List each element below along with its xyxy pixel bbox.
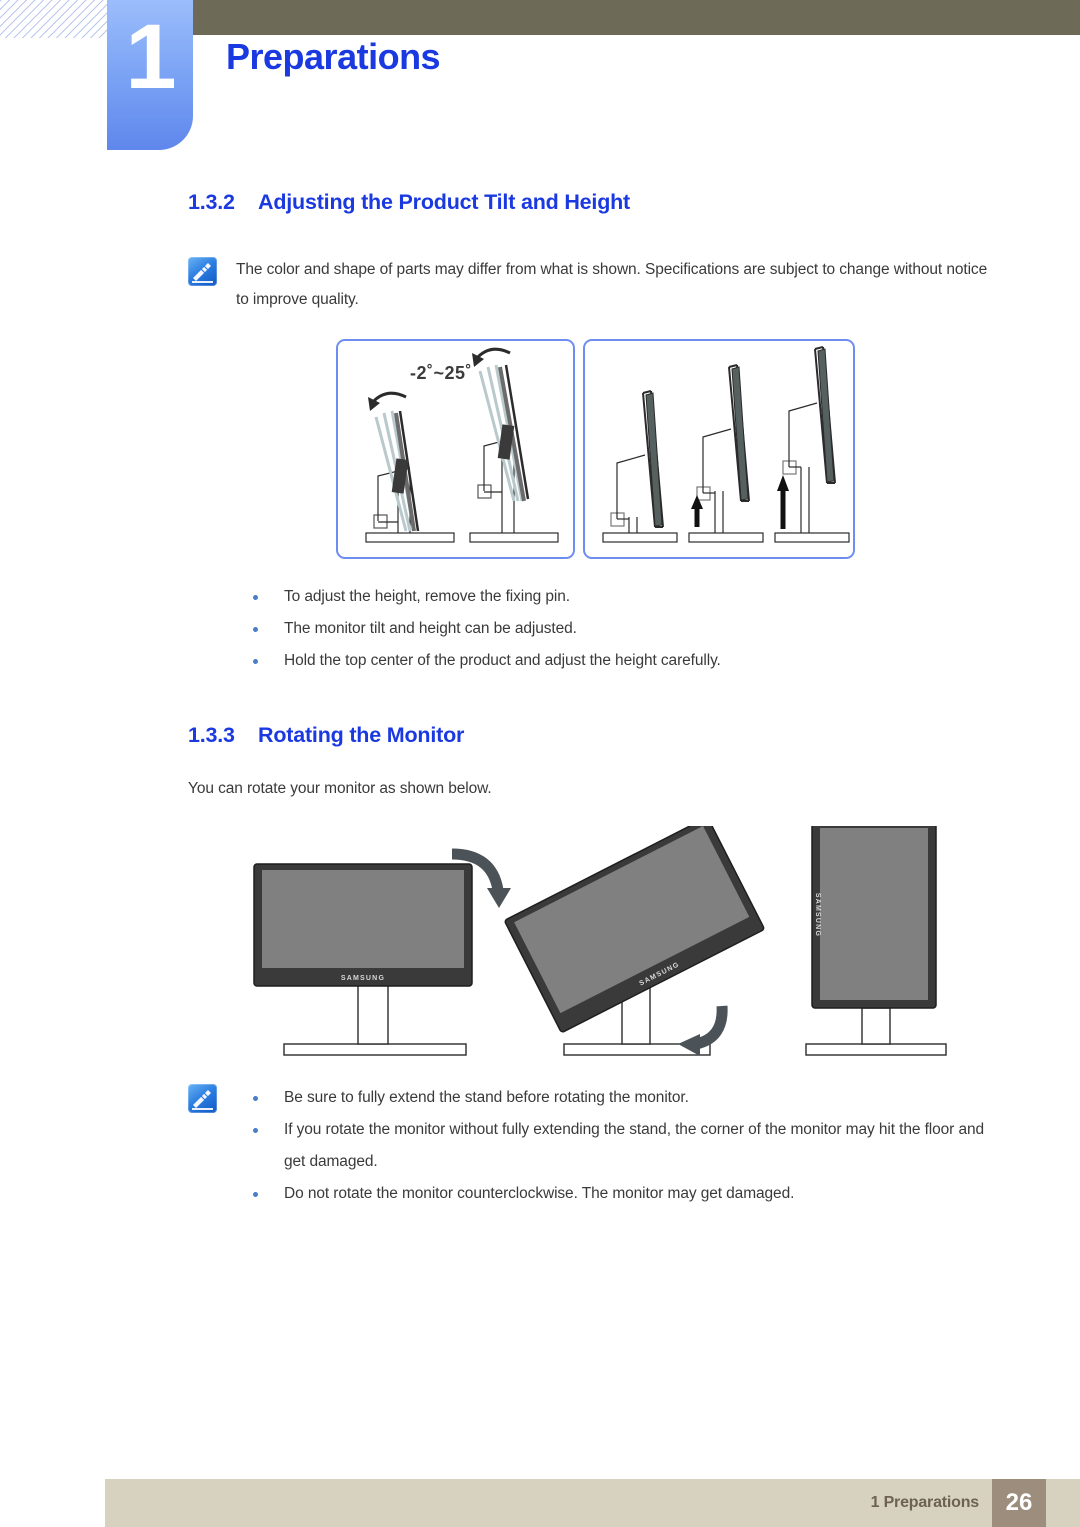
monitor-rotation-figure: SAMSUNG SAMSUNG SAMSUNG	[0, 826, 1080, 1076]
monitor-portrait: SAMSUNG	[805, 826, 947, 1056]
header-olive-bar	[192, 0, 1080, 35]
note-block-133: Be sure to fully extend the stand before…	[188, 1082, 995, 1210]
tilt-range-diagram: -2˚~25˚	[336, 339, 575, 559]
rotation-diagram-svg: SAMSUNG SAMSUNG SAMSUNG	[253, 826, 947, 1056]
note-block-132: The color and shape of parts may differ …	[188, 255, 995, 315]
section-number-133: 1.3.3	[188, 723, 235, 747]
height-range-diagram	[583, 339, 855, 559]
page-content: 1.3.2 Adjusting the Product Tilt and Hei…	[0, 190, 1080, 1210]
section-title-132: Adjusting the Product Tilt and Height	[258, 190, 631, 214]
chapter-number-tab: 1	[107, 0, 193, 150]
svg-text:SAMSUNG: SAMSUNG	[814, 893, 821, 937]
footer-chapter-label: 1 Preparations	[870, 1494, 980, 1511]
note-text-132: The color and shape of parts may differ …	[236, 261, 988, 308]
section-heading-132: 1.3.2 Adjusting the Product Tilt and Hei…	[188, 190, 1080, 215]
list-item: Do not rotate the monitor counterclockwi…	[236, 1178, 995, 1210]
chapter-title: Preparations	[226, 36, 441, 77]
monitor-landscape: SAMSUNG	[253, 848, 511, 1056]
list-item: Be sure to fully extend the stand before…	[236, 1082, 995, 1114]
list-item: If you rotate the monitor without fully …	[236, 1114, 995, 1178]
svg-text:SAMSUNG: SAMSUNG	[341, 975, 385, 982]
bullet-list-133: Be sure to fully extend the stand before…	[236, 1082, 995, 1210]
bullet-list-132: To adjust the height, remove the fixing …	[236, 581, 995, 677]
height-diagram-svg	[602, 346, 850, 543]
section-number-132: 1.3.2	[188, 190, 235, 214]
chapter-number: 1	[125, 6, 176, 108]
note-pencil-icon	[188, 257, 217, 286]
footer-page-number: 26	[992, 1479, 1046, 1527]
list-item: The monitor tilt and height can be adjus…	[236, 613, 995, 645]
section-intro-133: You can rotate your monitor as shown bel…	[188, 780, 492, 797]
list-item: To adjust the height, remove the fixing …	[236, 581, 995, 613]
page-footer: 1 Preparations 26	[105, 1479, 1080, 1527]
monitor-tilted: SAMSUNG	[504, 826, 765, 1056]
list-item: Hold the top center of the product and a…	[236, 645, 995, 677]
tilt-height-figure: -2˚~25˚	[336, 339, 1080, 559]
section-title-133: Rotating the Monitor	[258, 723, 465, 747]
note-pencil-icon	[188, 1084, 217, 1113]
section-heading-133: 1.3.3 Rotating the Monitor	[188, 723, 1080, 748]
corner-hatch-decoration	[0, 0, 108, 38]
tilt-range-label: -2˚~25˚	[410, 363, 473, 383]
